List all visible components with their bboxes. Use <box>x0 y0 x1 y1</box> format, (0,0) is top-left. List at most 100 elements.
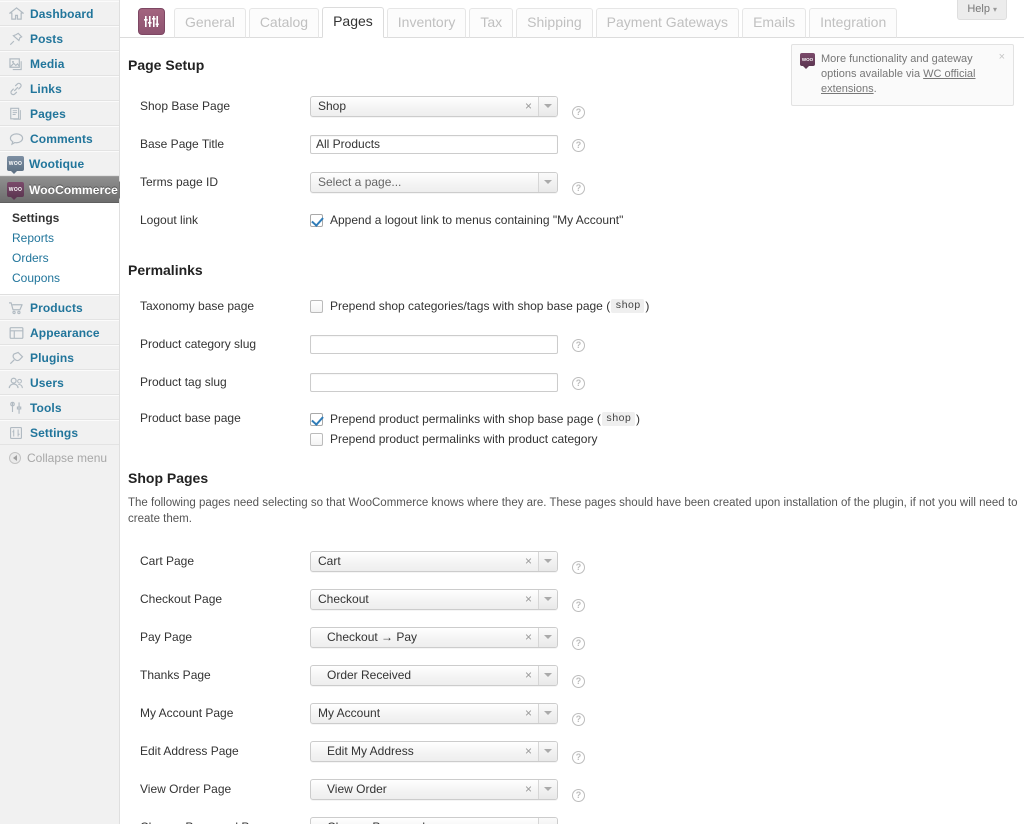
clear-icon[interactable]: × <box>523 745 538 757</box>
woocommerce-submenu: Settings Reports Orders Coupons <box>0 203 119 295</box>
sidebar-item-products[interactable]: Products <box>0 295 119 320</box>
clear-icon[interactable]: × <box>523 783 538 795</box>
view-order-page-select[interactable]: View Order × <box>310 778 558 800</box>
sidebar-item-settings[interactable]: Settings <box>0 420 119 445</box>
chevron-down-icon[interactable] <box>538 665 557 685</box>
row-logout-link: Logout link Append a logout link to menu… <box>128 201 1024 239</box>
clear-icon[interactable]: × <box>523 593 538 605</box>
sidebar-item-label: WooCommerce <box>29 182 118 197</box>
sidebar-item-links[interactable]: Links <box>0 76 119 101</box>
clear-icon[interactable]: × <box>523 669 538 681</box>
help-tip-icon[interactable]: ? <box>572 789 585 802</box>
row-thanks-page: Thanks Page Order Received ×? <box>128 656 1024 694</box>
sidebar-item-media[interactable]: Media <box>0 51 119 76</box>
clear-icon[interactable]: × <box>523 707 538 719</box>
clear-icon[interactable]: × <box>523 100 538 112</box>
sidebar-item-woocommerce[interactable]: WOO WooCommerce <box>0 176 128 203</box>
submenu-item-settings[interactable]: Settings <box>0 208 119 228</box>
product-base-category-checkbox-row[interactable]: Prepend product permalinks with product … <box>310 431 597 447</box>
settings-icon <box>7 425 25 441</box>
tab-integration[interactable]: Integration <box>809 8 898 38</box>
clear-icon[interactable]: × <box>523 631 538 643</box>
submenu-item-orders[interactable]: Orders <box>0 248 119 268</box>
settings-form: Page Setup Shop Base Page Shop × ? Base … <box>120 38 1024 824</box>
help-label: Help <box>967 3 990 15</box>
help-tip-icon[interactable]: ? <box>572 713 585 726</box>
chevron-down-icon[interactable] <box>538 172 557 192</box>
sidebar-item-tools[interactable]: Tools <box>0 395 119 420</box>
row-terms-page-id: Terms page ID Select a page... ? <box>128 163 1024 201</box>
edit-address-page-select[interactable]: Edit My Address × <box>310 740 558 762</box>
shop-slug-code: shop <box>601 412 636 426</box>
product-base-category-checkbox[interactable] <box>310 432 323 446</box>
help-tip-icon[interactable]: ? <box>572 338 585 352</box>
sidebar-item-comments[interactable]: Comments <box>0 126 119 151</box>
chevron-down-icon[interactable] <box>538 703 557 723</box>
chevron-down-icon[interactable] <box>538 627 557 647</box>
product-tag-slug-input[interactable] <box>310 372 558 392</box>
product-base-shop-checkbox[interactable] <box>310 412 323 426</box>
submenu-item-coupons[interactable]: Coupons <box>0 268 119 288</box>
help-tip-icon[interactable]: ? <box>572 599 585 612</box>
help-tab-button[interactable]: Help ▾ <box>957 0 1007 20</box>
notice-text: More functionality and gateway options a… <box>821 52 995 97</box>
chevron-down-icon[interactable] <box>538 741 557 761</box>
submenu-item-reports[interactable]: Reports <box>0 228 119 248</box>
taxonomy-base-page-checkbox-row[interactable]: Prepend shop categories/tags with shop b… <box>310 298 649 314</box>
sidebar-item-label: Links <box>30 81 62 96</box>
chevron-down-icon: ▾ <box>992 5 997 14</box>
help-tip-icon[interactable]: ? <box>572 106 585 119</box>
help-tip-icon[interactable]: ? <box>572 751 585 764</box>
help-tip-icon[interactable]: ? <box>572 376 585 390</box>
settings-tab-bar: General Catalog Pages Inventory Tax Shipping P… <box>120 0 1024 38</box>
tab-payment-gateways[interactable]: Payment Gateways <box>595 8 740 38</box>
help-tip-icon[interactable]: ? <box>572 561 585 574</box>
sidebar-item-dashboard[interactable]: Dashboard <box>0 1 119 26</box>
tab-pages[interactable]: Pages <box>322 7 384 38</box>
sidebar-item-wootique[interactable]: WOO Wootique <box>0 151 119 176</box>
sidebar-item-appearance[interactable]: Appearance <box>0 320 119 345</box>
help-tip-icon[interactable]: ? <box>572 637 585 650</box>
tab-inventory[interactable]: Inventory <box>386 8 467 38</box>
sidebar-item-posts[interactable]: Posts <box>0 26 119 51</box>
clear-icon[interactable]: × <box>523 555 538 567</box>
cart-page-select[interactable]: Cart × <box>310 550 558 572</box>
row-change-password-page: Change Password PageChange Password×? <box>128 808 1024 824</box>
tab-emails[interactable]: Emails <box>742 8 807 38</box>
help-tip-icon[interactable]: ? <box>572 182 585 195</box>
tab-catalog[interactable]: Catalog <box>248 8 320 38</box>
thanks-page-value: Order Received <box>327 668 412 682</box>
users-icon <box>7 375 25 391</box>
tab-general[interactable]: General <box>174 8 246 38</box>
label-checkout-page: Checkout Page <box>140 592 223 606</box>
chevron-down-icon[interactable] <box>538 551 557 571</box>
sidebar-item-plugins[interactable]: Plugins <box>0 345 119 370</box>
help-tip-icon[interactable]: ? <box>572 138 585 152</box>
shop-base-page-select[interactable]: Shop × <box>310 95 558 117</box>
product-base-shop-checkbox-row[interactable]: Prepend product permalinks with shop bas… <box>310 411 640 427</box>
collapse-menu-button[interactable]: Collapse menu <box>0 446 119 470</box>
close-icon[interactable]: × <box>999 52 1005 97</box>
pay-page-select[interactable]: Checkout → Pay × <box>310 626 558 648</box>
label-view-order-page: View Order Page <box>140 782 232 796</box>
my-account-page-select[interactable]: My Account × <box>310 702 558 724</box>
chevron-down-icon[interactable] <box>538 817 557 824</box>
sidebar-item-users[interactable]: Users <box>0 370 119 395</box>
terms-page-id-select[interactable]: Select a page... <box>310 171 558 193</box>
tab-tax[interactable]: Tax <box>469 8 514 38</box>
checkout-page-select[interactable]: Checkout × <box>310 588 558 610</box>
sidebar-item-pages[interactable]: Pages <box>0 101 119 126</box>
chevron-down-icon[interactable] <box>538 589 557 609</box>
base-page-title-input[interactable] <box>310 134 558 154</box>
taxonomy-base-page-checkbox[interactable] <box>310 299 323 313</box>
chevron-down-icon[interactable] <box>538 96 557 116</box>
product-category-slug-input[interactable] <box>310 334 558 354</box>
logout-link-checkbox[interactable] <box>310 213 323 227</box>
logout-link-checkbox-row[interactable]: Append a logout link to menus containing… <box>310 212 623 228</box>
chevron-down-icon[interactable] <box>538 779 557 799</box>
thanks-page-select[interactable]: Order Received × <box>310 664 558 686</box>
sidebar-item-label: Plugins <box>30 350 75 365</box>
change-password-page-select[interactable]: Change Password× <box>310 816 558 824</box>
help-tip-icon[interactable]: ? <box>572 675 585 688</box>
tab-shipping[interactable]: Shipping <box>516 8 593 38</box>
